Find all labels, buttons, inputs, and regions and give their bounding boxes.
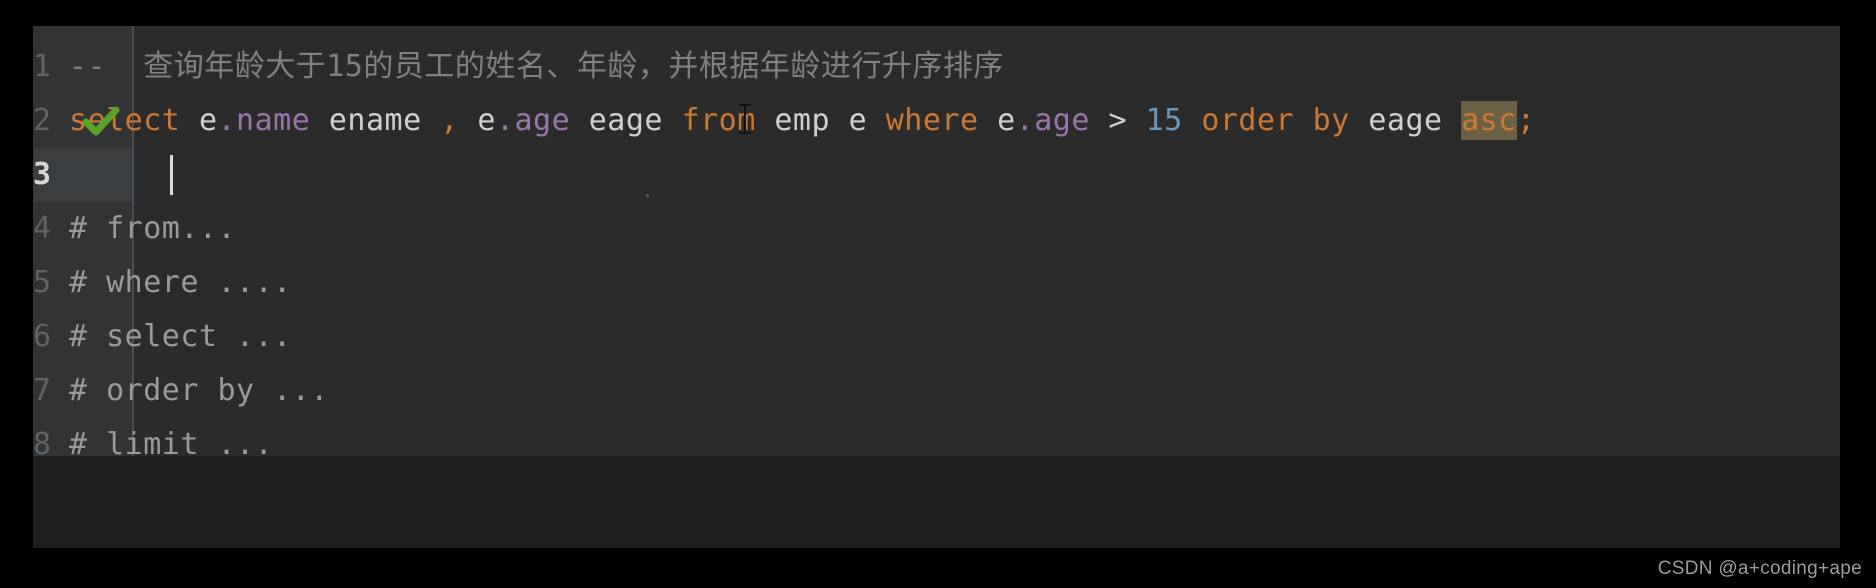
code-token: order by bbox=[1201, 103, 1350, 138]
code-token: 15 bbox=[1145, 103, 1183, 138]
code-token: .age bbox=[495, 103, 571, 138]
code-token: , bbox=[440, 103, 459, 138]
code-token: -- 查询年龄大于15的员工的姓名、年龄，并根据年龄进行升序排序 bbox=[69, 49, 1004, 84]
text-caret bbox=[170, 155, 173, 195]
ibeam-cap-bottom bbox=[739, 132, 751, 134]
code-token: .age bbox=[1015, 103, 1090, 138]
code-token: e bbox=[997, 103, 1016, 138]
line-content[interactable]: # limit ... bbox=[69, 418, 273, 456]
code-token: e bbox=[477, 103, 496, 138]
line-number[interactable]: 3 bbox=[33, 148, 117, 202]
code-token: # limit ... bbox=[69, 427, 274, 456]
editor-line[interactable]: 1 -- 查询年龄大于15的员工的姓名、年龄，并根据年龄进行升序排序 bbox=[33, 40, 1840, 94]
code-token: > bbox=[1108, 103, 1128, 138]
code-token: emp e bbox=[755, 103, 886, 138]
stray-dot bbox=[646, 194, 649, 197]
code-token: .name bbox=[217, 103, 311, 138]
editor-line[interactable]: 7 # order by ... bbox=[33, 364, 1840, 418]
mouse-ibeam-cursor bbox=[738, 104, 752, 134]
sql-editor-window[interactable]: 1 -- 查询年龄大于15的员工的姓名、年龄，并根据年龄进行升序排序 2 select… bbox=[33, 26, 1840, 456]
code-token: # from... bbox=[69, 211, 237, 246]
code-token: # where .... bbox=[69, 265, 292, 300]
code-token: eage bbox=[570, 103, 682, 138]
code-token: ; bbox=[1516, 103, 1536, 138]
code-token: where bbox=[885, 103, 979, 138]
code-token: eage bbox=[1349, 103, 1462, 138]
editor-line[interactable]: 8 # limit ... bbox=[33, 418, 1840, 456]
editor-bottom-strip bbox=[33, 456, 1840, 548]
code-token: asc bbox=[1461, 101, 1517, 140]
code-token: # order by ... bbox=[69, 373, 329, 408]
line-content[interactable]: select e.name ename , e.age eage from em… bbox=[69, 94, 1535, 148]
editor-line[interactable]: 6 # select ... bbox=[33, 310, 1840, 364]
ibeam-stem bbox=[744, 106, 746, 132]
code-token: # select ... bbox=[69, 319, 292, 354]
line-content[interactable]: # where .... bbox=[69, 256, 292, 310]
line-content[interactable]: # select ... bbox=[69, 310, 292, 364]
editor-line[interactable]: 2 select e.name ename , e.age eage from e… bbox=[33, 94, 1840, 148]
csdn-watermark: CSDN @a+coding+ape bbox=[1657, 558, 1862, 579]
editor-line[interactable]: 5 # where .... bbox=[33, 256, 1840, 310]
editor-line[interactable]: 4 # from... bbox=[33, 202, 1840, 256]
green-check-icon[interactable] bbox=[81, 101, 121, 141]
line-content[interactable]: # order by ... bbox=[69, 364, 329, 418]
code-token: ename bbox=[310, 103, 441, 138]
line-content[interactable]: -- 查询年龄大于15的员工的姓名、年龄，并根据年龄进行升序排序 bbox=[69, 40, 1004, 94]
line-content[interactable]: # from... bbox=[69, 202, 236, 256]
editor-line[interactable]: 3 bbox=[33, 148, 1840, 202]
code-token: e bbox=[198, 103, 218, 138]
